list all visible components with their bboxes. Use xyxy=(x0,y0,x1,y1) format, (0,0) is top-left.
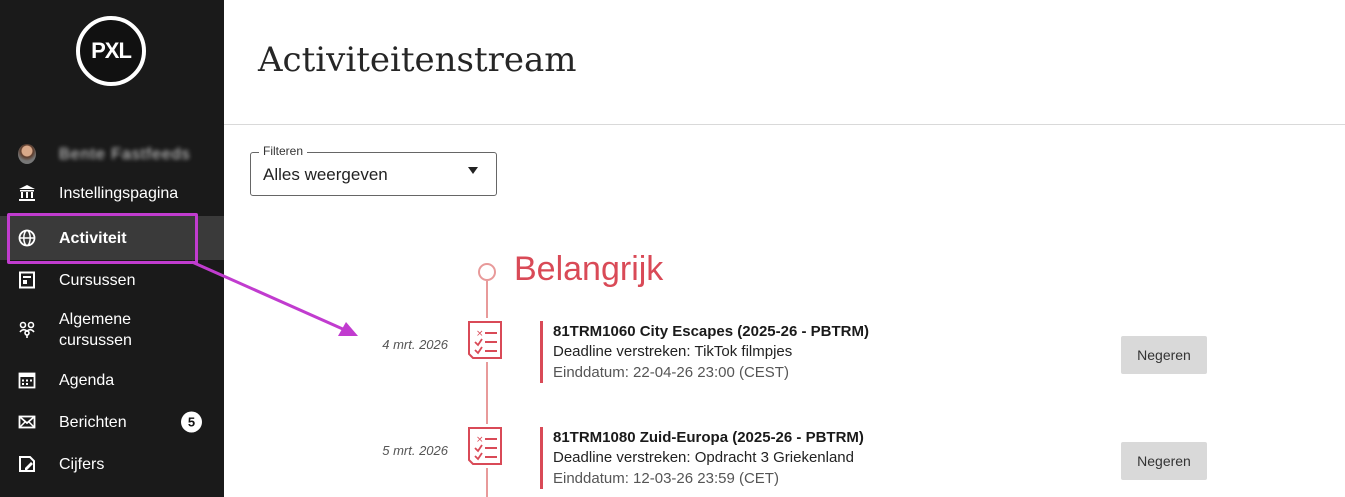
item-description[interactable]: Deadline verstreken: Opdracht 3 Griekenl… xyxy=(553,449,854,466)
item-course-title[interactable]: 81TRM1060 City Escapes (2025-26 - PBTRM) xyxy=(553,323,869,340)
svg-text:×: × xyxy=(476,329,484,339)
assignment-icon: × xyxy=(465,424,507,468)
item-accent-bar xyxy=(540,427,543,489)
item-date: 4 mrt. 2026 xyxy=(382,337,448,352)
item-accent-bar xyxy=(540,321,543,383)
section-heading-important: Belangrijk xyxy=(514,250,664,288)
avatar xyxy=(18,144,36,164)
item-course-title[interactable]: 81TRM1080 Zuid-Europa (2025-26 - PBTRM) xyxy=(553,429,864,446)
institution-icon xyxy=(18,184,36,202)
item-date: 5 mrt. 2026 xyxy=(382,443,448,458)
sidebar-item-profile[interactable]: Bente Fastfeeds xyxy=(0,135,224,173)
item-due-date: Einddatum: 12-03-26 23:59 (CET) xyxy=(553,470,779,487)
sidebar-logo-area: PXL xyxy=(0,0,224,121)
filter-value: Alles weergeven xyxy=(263,165,388,184)
sidebar-item-institution[interactable]: Instellingspagina xyxy=(0,174,224,212)
assignment-icon: × xyxy=(465,318,507,362)
sidebar-item-label: Instellingspagina xyxy=(59,184,179,202)
filter-select[interactable]: Filteren Alles weergeven xyxy=(250,144,497,196)
courses-icon xyxy=(18,271,36,289)
item-due-date: Einddatum: 22-04-26 23:00 (CEST) xyxy=(553,364,789,381)
sidebar-item-courses[interactable]: Cursussen xyxy=(0,262,224,298)
ignore-button[interactable]: Negeren xyxy=(1121,336,1207,374)
sidebar-item-label: Cursussen xyxy=(59,271,136,289)
user-name: Bente Fastfeeds xyxy=(59,145,191,163)
filter-label: Filteren xyxy=(259,144,308,158)
svg-text:×: × xyxy=(476,435,484,445)
item-description[interactable]: Deadline verstreken: TikTok filmpjes xyxy=(553,343,792,360)
timeline-dot xyxy=(478,263,496,281)
ignore-button[interactable]: Negeren xyxy=(1121,442,1207,480)
pxl-logo[interactable]: PXL xyxy=(76,16,146,86)
stream-item: 4 mrt. 2026 × 81TRM1060 City Escapes (20… xyxy=(0,312,1345,387)
chevron-down-icon xyxy=(468,167,478,174)
stream-item: 5 mrt. 2026 × 81TRM1080 Zuid-Europa (202… xyxy=(0,418,1345,493)
page-title: Activiteitenstream xyxy=(258,40,577,80)
page-header: Activiteitenstream xyxy=(224,0,1345,125)
activity-highlight-box xyxy=(7,213,198,264)
